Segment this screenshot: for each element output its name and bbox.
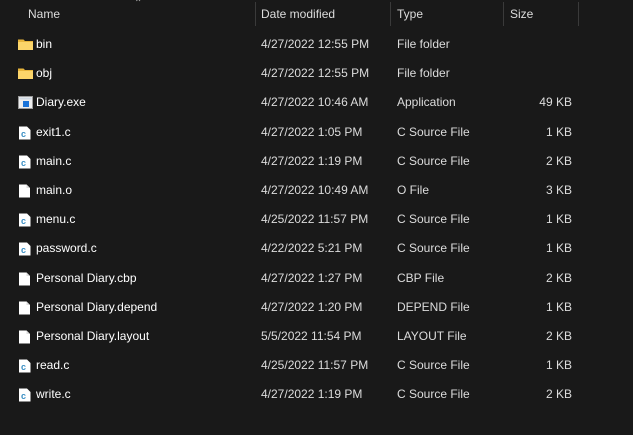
file-name: Personal Diary.depend	[36, 299, 158, 314]
column-header-name[interactable]: Name	[28, 7, 60, 21]
file-type: C Source File	[397, 212, 470, 227]
file-name: bin	[36, 37, 53, 51]
file-date: 4/27/2022 1:05 PM	[261, 124, 363, 139]
file-name: Personal Diary.cbp	[36, 270, 137, 285]
file-type: File folder	[397, 37, 450, 51]
file-row[interactable]: bin 4/27/2022 12:55 PM File folder	[0, 30, 633, 59]
file-name: write.c	[36, 387, 71, 402]
file-type: C Source File	[397, 153, 470, 168]
folder-icon	[18, 67, 33, 80]
file-row[interactable]: Diary.exe 4/27/2022 10:46 AM Application…	[0, 88, 633, 117]
column-header-type[interactable]: Type	[397, 7, 423, 21]
file-size: 2 KB	[545, 329, 572, 343]
file-name: read.c	[36, 358, 70, 373]
file-row[interactable]: Personal Diary.layout 5/5/2022 11:54 PM …	[0, 322, 633, 351]
file-name: exit1.c	[36, 124, 71, 139]
file-type: C Source File	[397, 241, 470, 256]
file-size: 3 KB	[545, 183, 572, 197]
file-size: 2 KB	[545, 270, 572, 285]
file-date: 5/5/2022 11:54 PM	[261, 329, 362, 343]
column-divider[interactable]	[503, 2, 504, 26]
file-type: C Source File	[397, 387, 470, 402]
file-date: 4/27/2022 1:19 PM	[261, 387, 363, 402]
column-divider[interactable]	[255, 2, 256, 26]
svg-text:c: c	[21, 391, 26, 401]
file-row[interactable]: c exit1.c 4/27/2022 1:05 PM C Source Fil…	[0, 118, 633, 147]
svg-text:c: c	[21, 362, 26, 372]
file-date: 4/27/2022 1:27 PM	[261, 270, 363, 285]
file-type: O File	[397, 183, 430, 197]
file-name: obj	[36, 66, 53, 81]
svg-text:c: c	[21, 129, 26, 139]
file-icon	[18, 330, 32, 344]
file-name: menu.c	[36, 212, 76, 227]
file-date: 4/27/2022 1:19 PM	[261, 153, 363, 168]
file-type: CBP File	[397, 270, 445, 285]
file-size: 1 KB	[545, 358, 572, 373]
c-icon: c	[18, 242, 32, 256]
sort-ascending-icon: ⌃	[134, 0, 143, 9]
file-date: 4/27/2022 12:55 PM	[261, 66, 370, 81]
file-name: Diary.exe	[36, 95, 86, 110]
file-type: C Source File	[397, 124, 470, 139]
file-row[interactable]: Personal Diary.depend 4/27/2022 1:20 PM …	[0, 293, 633, 322]
file-size: 1 KB	[545, 124, 572, 139]
file-size: 1 KB	[545, 212, 572, 227]
c-icon: c	[18, 388, 32, 402]
c-icon: c	[18, 359, 32, 373]
file-row[interactable]: c write.c 4/27/2022 1:19 PM C Source Fil…	[0, 380, 633, 409]
c-icon: c	[18, 155, 32, 169]
file-name: main.c	[36, 153, 72, 168]
file-type: Application	[397, 95, 456, 110]
file-size: 1 KB	[545, 299, 572, 314]
c-icon: c	[18, 213, 32, 227]
svg-text:c: c	[21, 245, 26, 255]
file-row[interactable]: Personal Diary.cbp 4/27/2022 1:27 PM CBP…	[0, 264, 633, 293]
file-row[interactable]: c read.c 4/25/2022 11:57 PM C Source Fil…	[0, 351, 633, 380]
file-name: Personal Diary.layout	[36, 329, 150, 343]
column-header: ⌃ Name Date modified Type Size	[0, 0, 633, 30]
file-name: main.o	[36, 183, 73, 197]
file-icon	[18, 301, 32, 315]
file-date: 4/27/2022 10:49 AM	[261, 183, 369, 197]
svg-text:c: c	[21, 216, 26, 226]
file-type: DEPEND File	[397, 299, 470, 314]
file-date: 4/25/2022 11:57 PM	[261, 358, 369, 373]
file-row[interactable]: main.o 4/27/2022 10:49 AM O File 3 KB	[0, 176, 633, 205]
c-icon: c	[18, 126, 32, 140]
file-date: 4/25/2022 11:57 PM	[261, 212, 369, 227]
file-row[interactable]: c main.c 4/27/2022 1:19 PM C Source File…	[0, 147, 633, 176]
column-divider[interactable]	[390, 2, 391, 26]
column-header-date[interactable]: Date modified	[261, 7, 335, 21]
file-icon	[18, 272, 32, 286]
file-row[interactable]: c password.c 4/22/2022 5:21 PM C Source …	[0, 234, 633, 263]
file-row[interactable]: obj 4/27/2022 12:55 PM File folder	[0, 59, 633, 88]
column-divider[interactable]	[578, 2, 579, 26]
file-date: 4/27/2022 10:46 AM	[261, 95, 369, 110]
column-header-size[interactable]: Size	[510, 7, 533, 21]
file-type: File folder	[397, 66, 450, 81]
file-size: 2 KB	[545, 387, 572, 402]
file-icon	[18, 184, 32, 198]
folder-icon	[18, 38, 33, 51]
file-size: 2 KB	[545, 153, 572, 168]
file-date: 4/27/2022 1:20 PM	[261, 299, 363, 314]
file-type: LAYOUT File	[397, 329, 467, 343]
file-size: 1 KB	[545, 241, 572, 256]
svg-text:c: c	[21, 158, 26, 168]
app-icon	[18, 96, 33, 110]
file-date: 4/22/2022 5:21 PM	[261, 241, 363, 256]
file-name: password.c	[36, 241, 97, 256]
file-type: C Source File	[397, 358, 470, 373]
file-date: 4/27/2022 12:55 PM	[261, 37, 370, 51]
file-size: 49 KB	[539, 95, 572, 110]
file-row[interactable]: c menu.c 4/25/2022 11:57 PM C Source Fil…	[0, 205, 633, 234]
